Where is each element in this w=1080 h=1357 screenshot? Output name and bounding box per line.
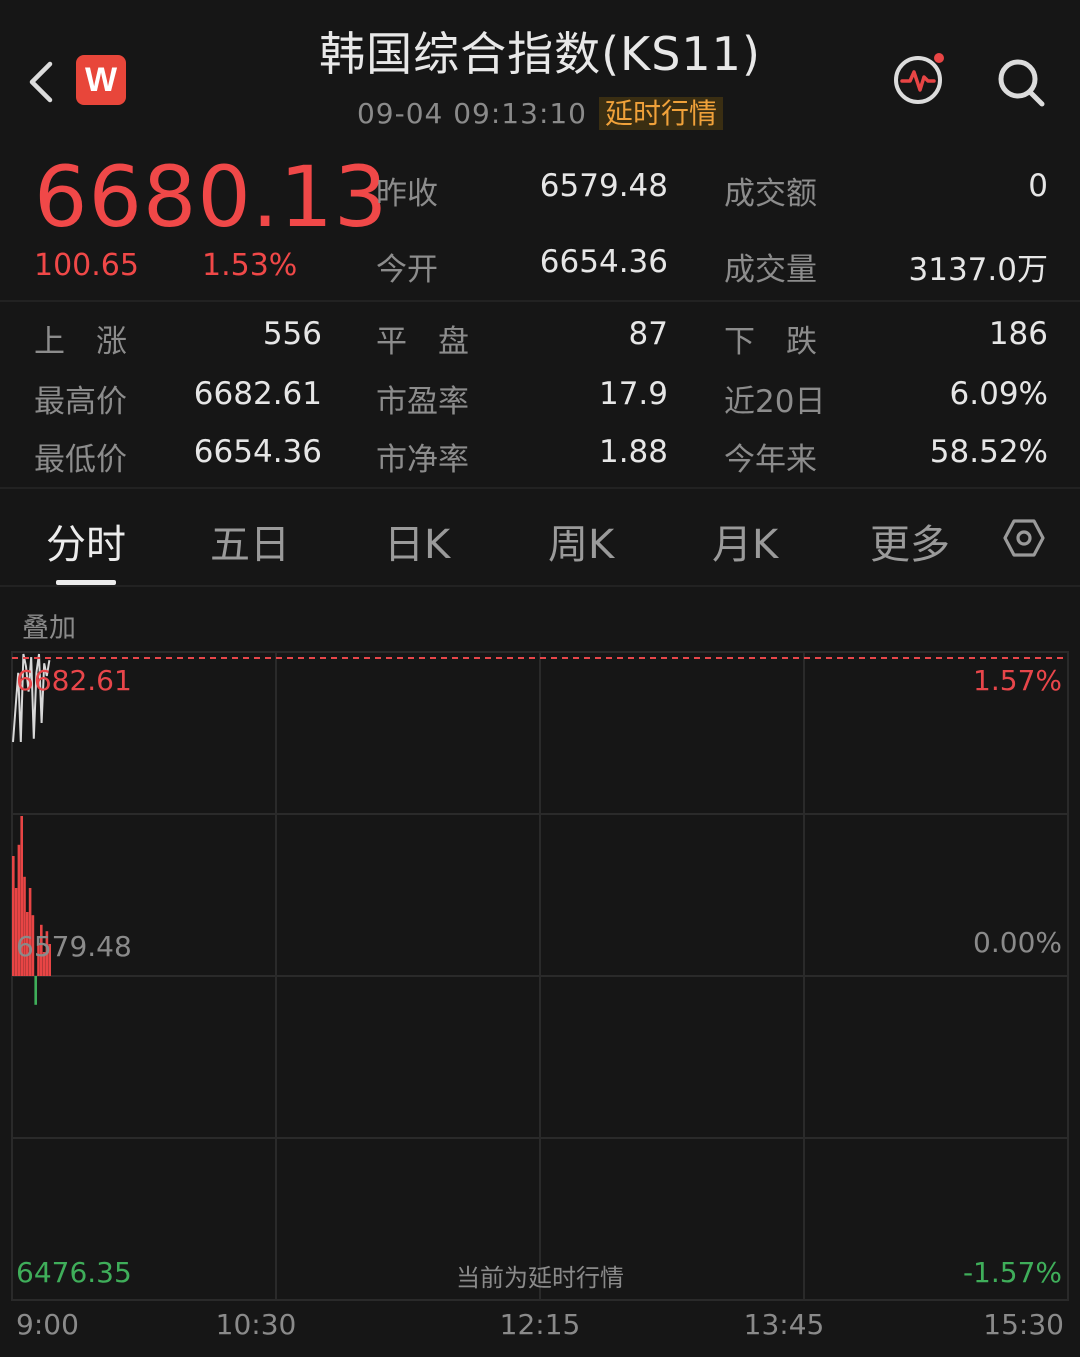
down-count-label: 下 跌 bbox=[724, 324, 817, 360]
y-right-label-base: 0.00% bbox=[973, 926, 1062, 959]
x-axis-labels: 9:00 10:30 12:15 13:45 15:30 bbox=[16, 1308, 1064, 1340]
divider bbox=[0, 300, 1080, 302]
x-axis-label: 9:00 bbox=[16, 1308, 79, 1340]
open-value: 6654.36 bbox=[539, 244, 668, 280]
y-right-label-high: 1.57% bbox=[973, 664, 1062, 697]
d20-label: 近20日 bbox=[724, 384, 826, 420]
delay-badge: 延时行情 bbox=[599, 97, 724, 130]
delay-watermark: 当前为延时行情 bbox=[456, 1264, 624, 1292]
ytd-value: 58.52% bbox=[929, 434, 1048, 470]
divider bbox=[0, 487, 1080, 489]
high-label: 最高价 bbox=[34, 384, 127, 420]
y-right-label-low: -1.57% bbox=[963, 1256, 1062, 1289]
low-value: 6654.36 bbox=[193, 434, 322, 470]
pulse-monitor-icon[interactable] bbox=[890, 50, 948, 108]
tab-intraday[interactable]: 分时 bbox=[46, 512, 126, 570]
d20-value: 6.09% bbox=[949, 376, 1048, 412]
volume-bar-down bbox=[34, 976, 37, 1005]
tab-more[interactable]: 更多 bbox=[870, 512, 950, 570]
pb-value: 1.88 bbox=[598, 434, 668, 470]
search-icon[interactable] bbox=[994, 55, 1048, 109]
prev-close-label: 昨收 bbox=[376, 176, 438, 212]
x-axis-label: 15:30 bbox=[983, 1308, 1064, 1340]
up-count-label: 上 涨 bbox=[34, 324, 127, 360]
volume-label: 成交量 bbox=[724, 252, 817, 288]
open-label: 今开 bbox=[376, 252, 438, 288]
x-axis-label: 10:30 bbox=[216, 1308, 297, 1340]
y-left-label-low: 6476.35 bbox=[16, 1256, 132, 1289]
price-change: 100.65 bbox=[34, 248, 139, 283]
pe-label: 市盈率 bbox=[376, 384, 469, 420]
prev-close-value: 6579.48 bbox=[539, 168, 668, 204]
tab-five-day[interactable]: 五日 bbox=[210, 512, 290, 570]
flat-count-label: 平 盘 bbox=[376, 324, 469, 360]
up-count-value: 556 bbox=[262, 316, 322, 352]
ytd-label: 今年来 bbox=[724, 442, 817, 478]
volume-bar-up bbox=[12, 856, 15, 976]
high-value: 6682.61 bbox=[193, 376, 322, 412]
turnover-label: 成交额 bbox=[724, 176, 817, 212]
volume-value: 3137.0万 bbox=[908, 252, 1048, 288]
y-left-label-high: 6682.61 bbox=[16, 664, 132, 697]
tab-daily-k[interactable]: 日K bbox=[384, 512, 450, 570]
down-count-value: 186 bbox=[988, 316, 1048, 352]
tab-weekly-k[interactable]: 周K bbox=[548, 512, 614, 570]
chart-settings-icon[interactable] bbox=[1003, 517, 1045, 559]
pe-value: 17.9 bbox=[598, 376, 668, 412]
x-axis-label: 12:15 bbox=[500, 1308, 581, 1340]
y-left-label-base: 6579.48 bbox=[16, 930, 132, 963]
divider bbox=[0, 585, 1080, 587]
chart-grid bbox=[11, 651, 1069, 1301]
last-price: 6680.13 bbox=[34, 148, 389, 246]
low-label: 最低价 bbox=[34, 442, 127, 478]
pb-label: 市净率 bbox=[376, 442, 469, 478]
quote-timestamp: 09-04 09:13:10 bbox=[356, 97, 587, 130]
price-change-pct: 1.53% bbox=[202, 248, 298, 283]
intraday-chart[interactable]: 6682.61 1.57% 6579.48 0.00% 6476.35 -1.5… bbox=[0, 640, 1080, 1340]
tab-monthly-k[interactable]: 月K bbox=[712, 512, 778, 570]
x-axis-label: 13:45 bbox=[744, 1308, 825, 1340]
turnover-value: 0 bbox=[1028, 168, 1048, 204]
flat-count-value: 87 bbox=[628, 316, 668, 352]
